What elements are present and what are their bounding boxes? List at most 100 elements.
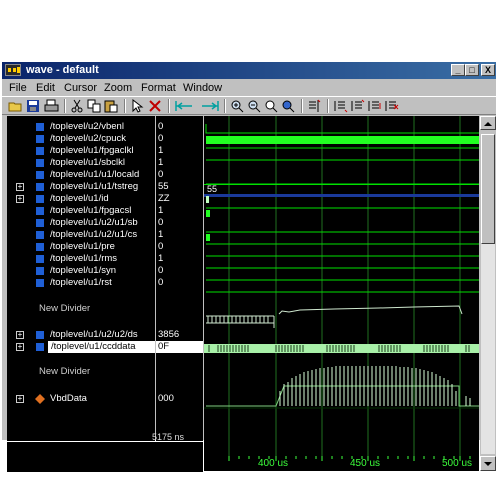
expand-icon[interactable]: +	[16, 183, 24, 191]
signal-icon	[36, 331, 44, 339]
signal-row[interactable]: + /toplevel/u1/id	[7, 193, 155, 205]
signal-value: 55	[158, 181, 169, 192]
names-footer	[7, 442, 203, 472]
signal-name: /toplevel/u2/vbenl	[50, 121, 124, 132]
signal-value-selected: 0F	[156, 341, 203, 353]
find-next-icon[interactable]	[367, 99, 382, 113]
signal-name: /toplevel/u1/u2/u1/cs	[50, 229, 138, 240]
expand-icon[interactable]: +	[16, 195, 24, 203]
trace-ccddata-ticks	[208, 345, 470, 352]
signal-icon	[36, 195, 44, 203]
delete-cursor-icon[interactable]	[148, 99, 163, 113]
previous-edge-icon[interactable]	[174, 99, 196, 113]
minimize-button[interactable]: _	[451, 64, 465, 76]
pointer-icon[interactable]	[130, 99, 145, 113]
open-folder-icon[interactable]	[8, 99, 23, 113]
menu-zoom[interactable]: Zoom	[104, 81, 132, 95]
time-ruler[interactable]: 400 us 450 us 500 us	[204, 456, 479, 471]
paste-icon[interactable]	[104, 99, 119, 113]
arrow-up-icon	[484, 122, 492, 126]
divider-label[interactable]: New Divider	[39, 366, 90, 377]
find-first-icon[interactable]	[333, 99, 348, 113]
signal-icon	[36, 171, 44, 179]
signal-value: 1	[158, 205, 164, 216]
find-last-icon[interactable]	[384, 99, 399, 113]
print-icon[interactable]	[44, 99, 59, 113]
waveform-pane[interactable]: 55 400 us 450 us 500 us	[204, 116, 479, 471]
signal-name: /toplevel/u1/u1/locald	[50, 169, 140, 180]
expand-icon[interactable]: +	[16, 343, 24, 351]
vertical-scrollbar[interactable]	[480, 116, 496, 471]
menu-bar: File Edit Cursor Zoom Format Window	[2, 80, 496, 96]
signal-value: 1	[158, 145, 164, 156]
toolbar	[2, 96, 496, 115]
toolbar-separator	[301, 99, 303, 113]
signal-row-selected[interactable]: + /toplevel/u1/ccddata	[7, 341, 155, 353]
save-icon[interactable]	[26, 99, 41, 113]
signal-value: 0	[158, 217, 164, 228]
expand-icon[interactable]: +	[16, 331, 24, 339]
menu-edit[interactable]: Edit	[36, 81, 55, 95]
scroll-down-button[interactable]	[480, 456, 496, 471]
time-ruler-ticks	[228, 456, 471, 461]
menu-format[interactable]: Format	[141, 81, 176, 95]
trace-cs-mark	[206, 234, 210, 241]
time-label-400: 400 us	[258, 458, 289, 469]
signal-icon	[36, 267, 44, 275]
signal-value: 0	[158, 133, 164, 144]
signal-name: VbdData	[50, 393, 87, 404]
trace-vbddata-envelope	[206, 385, 479, 407]
toolbar-separator	[168, 99, 170, 113]
signal-value: 0	[158, 121, 164, 132]
waveform-canvas: 55	[204, 116, 479, 456]
signal-icon	[36, 135, 44, 143]
cursor-time-label: 5175 ns	[152, 432, 185, 442]
menu-cursor[interactable]: Cursor	[64, 81, 97, 95]
trace-ds-ticks	[207, 316, 269, 323]
signal-value: 1	[158, 229, 164, 240]
signal-name: /toplevel/u1/syn	[50, 265, 117, 276]
signal-icon	[36, 207, 44, 215]
title-bar[interactable]: wave - default _ □ X	[2, 62, 496, 79]
expand-icon[interactable]: +	[16, 395, 24, 403]
signal-value: 0	[158, 241, 164, 252]
trace-cpuck	[206, 136, 479, 144]
cut-icon[interactable]	[70, 99, 85, 113]
signal-name: /toplevel/u1/ccddata	[48, 341, 155, 353]
signal-values-pane[interactable]: 0 0 1 1 0 55 ZZ 1 0 1 0 1 0 0 3856 0F 00…	[156, 116, 203, 441]
signal-row[interactable]: + /toplevel/u1/u2/u2/ds	[7, 329, 155, 341]
signal-name: /toplevel/u1/u2/u1/sb	[50, 217, 138, 228]
zoom-out-icon[interactable]	[247, 99, 262, 113]
next-edge-icon[interactable]	[198, 99, 220, 113]
signal-icon	[36, 343, 44, 351]
divider-label[interactable]: New Divider	[39, 303, 90, 314]
signal-name: /toplevel/u1/u2/u2/ds	[50, 329, 138, 340]
scroll-thumb[interactable]	[481, 134, 495, 244]
arrow-down-icon	[484, 462, 492, 466]
scroll-up-button[interactable]	[480, 116, 496, 130]
signal-icon	[36, 243, 44, 251]
digital-traces	[205, 124, 479, 293]
signal-names-pane[interactable]: /toplevel/u2/vbenl /toplevel/u2/cpuck /t…	[7, 116, 155, 441]
toolbar-separator	[64, 99, 66, 113]
signal-icon	[36, 255, 44, 263]
signal-name: /toplevel/u1/sbclkl	[50, 157, 125, 168]
maximize-button[interactable]: □	[465, 64, 479, 76]
menu-window[interactable]: Window	[183, 81, 222, 95]
signal-value: ZZ	[158, 193, 170, 204]
zoom-in-icon[interactable]	[230, 99, 245, 113]
zoom-area-icon[interactable]	[264, 99, 279, 113]
copy-icon[interactable]	[87, 99, 102, 113]
zoom-full-icon[interactable]	[281, 99, 296, 113]
signal-value: 3856	[158, 329, 180, 340]
insert-cursor-icon[interactable]	[307, 99, 322, 113]
find-previous-icon[interactable]	[350, 99, 365, 113]
close-button[interactable]: X	[481, 64, 495, 76]
analog-signal-icon	[35, 394, 45, 404]
wave-window: wave - default _ □ X File Edit Cursor Zo…	[2, 62, 496, 472]
signal-row[interactable]: + /toplevel/u1/u1/tstreg	[7, 181, 155, 193]
scroll-track[interactable]	[481, 244, 495, 454]
menu-file[interactable]: File	[9, 81, 27, 95]
window-title: wave - default	[26, 64, 99, 76]
signal-row[interactable]: + VbdData	[7, 393, 155, 405]
